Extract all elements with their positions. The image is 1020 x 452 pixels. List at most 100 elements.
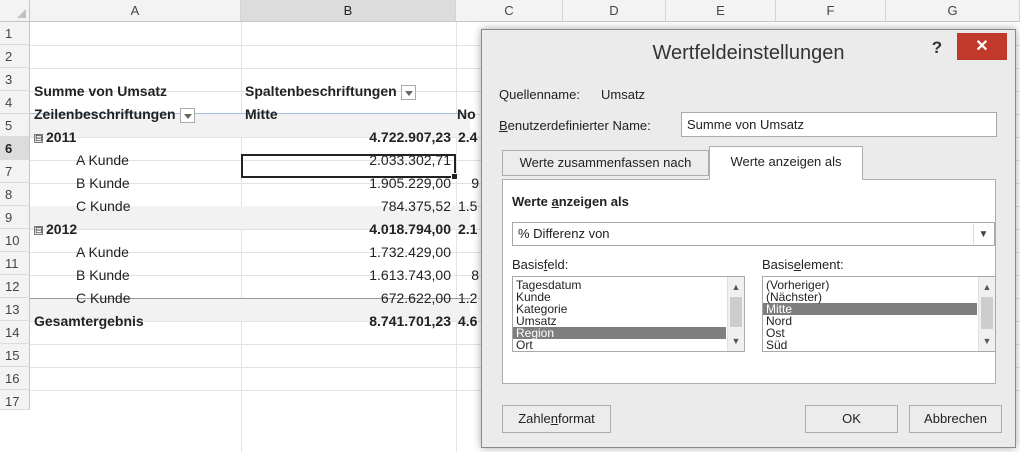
cell-b11[interactable]: 1.613.743,00 xyxy=(245,264,451,287)
list-item[interactable]: Ort xyxy=(513,339,744,351)
base-field-listbox[interactable]: Tagesdatum Kunde Kategorie Umsatz Region… xyxy=(512,276,745,352)
value-field-settings-dialog: Wertfeldeinstellungen ? ✕ Quellenname: U… xyxy=(481,29,1016,448)
row-header-9[interactable]: 9 xyxy=(0,206,30,229)
pivot-value-field-label[interactable]: Summe von Umsatz xyxy=(34,80,239,103)
column-header-a[interactable]: A xyxy=(30,0,241,22)
label-part: Zahle xyxy=(518,411,551,426)
row-item-a-kunde[interactable]: A Kunde xyxy=(76,149,236,172)
column-labels-filter-dropdown[interactable] xyxy=(400,84,416,100)
tab-show-values-as[interactable]: Werte anzeigen als xyxy=(709,146,863,180)
cell-c5[interactable]: 2.4 xyxy=(458,126,481,149)
grand-total-label[interactable]: Gesamtergebnis xyxy=(34,310,239,333)
chevron-down-icon[interactable]: ▼ xyxy=(982,336,992,346)
cell-c9[interactable]: 2.1 xyxy=(458,218,481,241)
pivot-row-labels[interactable]: Zeilenbeschriftungen xyxy=(34,103,241,126)
row-header-1[interactable]: 1 xyxy=(0,22,30,45)
close-button[interactable]: ✕ xyxy=(957,33,1007,60)
row-header-4[interactable]: 4 xyxy=(0,91,30,114)
pivot-column-labels[interactable]: Spaltenbeschriftungen xyxy=(245,80,455,103)
row-item-c-kunde[interactable]: C Kunde xyxy=(76,287,236,310)
column-item-mitte[interactable]: Mitte xyxy=(245,103,455,126)
row-group-2012[interactable]: ⊟ 2012 xyxy=(34,218,234,241)
active-cell-selection[interactable] xyxy=(241,154,458,180)
accesskey-char: B xyxy=(499,118,508,133)
ok-button[interactable]: OK xyxy=(805,405,898,433)
scrollbar[interactable]: ▲ ▼ xyxy=(978,277,995,351)
row-group-2011[interactable]: ⊟ 2011 xyxy=(34,126,234,149)
row-item-c-kunde[interactable]: C Kunde xyxy=(76,195,236,218)
show-values-as-heading: Werte anzeigen als xyxy=(512,194,629,209)
cell-c11[interactable]: 8 xyxy=(458,264,479,287)
row-header-5[interactable]: 5 xyxy=(0,114,30,137)
label-part: format xyxy=(557,411,595,426)
label-part: lement: xyxy=(801,257,844,272)
row-header-16[interactable]: 16 xyxy=(0,367,30,390)
row-labels-text: Zeilenbeschriftungen xyxy=(34,106,176,122)
collapse-toggle-icon[interactable]: ⊟ xyxy=(34,133,43,143)
chevron-up-icon[interactable]: ▲ xyxy=(731,282,741,292)
row-header-2[interactable]: 2 xyxy=(0,45,30,68)
row-header-14[interactable]: 14 xyxy=(0,321,30,344)
scroll-thumb[interactable] xyxy=(981,297,993,329)
column-header-f[interactable]: F xyxy=(776,0,886,22)
scroll-thumb[interactable] xyxy=(730,297,742,327)
row-header-8[interactable]: 8 xyxy=(0,183,30,206)
source-name-value: Umsatz xyxy=(601,87,646,102)
cell-c8[interactable]: 1.5 xyxy=(458,195,481,218)
column-header-b[interactable]: B xyxy=(241,0,456,22)
base-field-label: Basisfeld: xyxy=(512,257,568,272)
row-header-6[interactable]: 6 xyxy=(0,137,30,160)
show-values-as-select[interactable]: % Differenz von ▼ xyxy=(512,222,995,246)
heading-part: Werte xyxy=(512,194,552,209)
help-icon[interactable]: ? xyxy=(926,36,948,60)
row-labels-filter-dropdown[interactable] xyxy=(179,107,195,123)
list-item-selected[interactable]: Region xyxy=(513,327,726,339)
chevron-down-icon[interactable]: ▼ xyxy=(973,224,993,245)
list-item[interactable]: Süd xyxy=(763,339,995,351)
row-item-a-kunde[interactable]: A Kunde xyxy=(76,241,236,264)
list-item[interactable]: Nord xyxy=(763,315,995,327)
label-rest: enutzerdefinierter Name: xyxy=(507,118,651,133)
row-header-15[interactable]: 15 xyxy=(0,344,30,367)
list-item-selected[interactable]: Mitte xyxy=(763,303,977,315)
row-header-7[interactable]: 7 xyxy=(0,160,30,183)
collapse-toggle-icon[interactable]: ⊟ xyxy=(34,225,43,235)
column-header-d[interactable]: D xyxy=(563,0,666,22)
cell-b10[interactable]: 1.732.429,00 xyxy=(245,241,451,264)
cell-b5[interactable]: 4.722.907,23 xyxy=(245,126,451,149)
column-item-nord-partial[interactable]: No xyxy=(457,103,481,126)
scrollbar[interactable]: ▲ ▼ xyxy=(727,277,744,351)
column-header-g[interactable]: G xyxy=(886,0,1020,22)
row-header-17[interactable]: 17 xyxy=(0,390,30,410)
custom-name-input[interactable]: Summe von Umsatz xyxy=(681,112,997,137)
show-values-as-panel: Werte anzeigen als % Differenz von ▼ Bas… xyxy=(502,179,996,384)
column-header-c[interactable]: C xyxy=(456,0,563,22)
custom-name-label: Benutzerdefinierter Name: xyxy=(499,118,651,133)
chevron-up-icon[interactable]: ▲ xyxy=(982,282,992,292)
cell-c7[interactable]: 9 xyxy=(458,172,479,195)
row-header-13[interactable]: 13 xyxy=(0,298,30,321)
cell-c12[interactable]: 1.2 xyxy=(458,287,481,310)
base-item-listbox[interactable]: (Vorheriger) (Nächster) Mitte Nord Ost S… xyxy=(762,276,996,352)
row-header-10[interactable]: 10 xyxy=(0,229,30,252)
cell-b13[interactable]: 8.741.701,23 xyxy=(245,310,451,333)
row-header-11[interactable]: 11 xyxy=(0,252,30,275)
column-header-e[interactable]: E xyxy=(666,0,776,22)
cell-c13[interactable]: 4.6 xyxy=(458,310,481,333)
number-format-button[interactable]: Zahlenformat xyxy=(502,405,611,433)
cell-b12[interactable]: 672.622,00 xyxy=(245,287,451,310)
list-item[interactable]: Ost xyxy=(763,327,995,339)
label-part: eld: xyxy=(547,257,569,272)
row-item-b-kunde[interactable]: B Kunde xyxy=(76,172,236,195)
chevron-down-icon[interactable]: ▼ xyxy=(731,336,741,346)
tab-summarize-values-by[interactable]: Werte zusammenfassen nach xyxy=(502,150,709,176)
select-all-corner[interactable] xyxy=(0,0,30,22)
accesskey-char: a xyxy=(551,194,559,209)
row-header-12[interactable]: 12 xyxy=(0,275,30,298)
row-item-b-kunde[interactable]: B Kunde xyxy=(76,264,236,287)
cell-b9[interactable]: 4.018.794,00 xyxy=(245,218,451,241)
list-item[interactable]: (Nächster) xyxy=(763,291,995,303)
row-header-3[interactable]: 3 xyxy=(0,68,30,91)
cell-b8[interactable]: 784.375,52 xyxy=(245,195,451,218)
cancel-button[interactable]: Abbrechen xyxy=(909,405,1002,433)
